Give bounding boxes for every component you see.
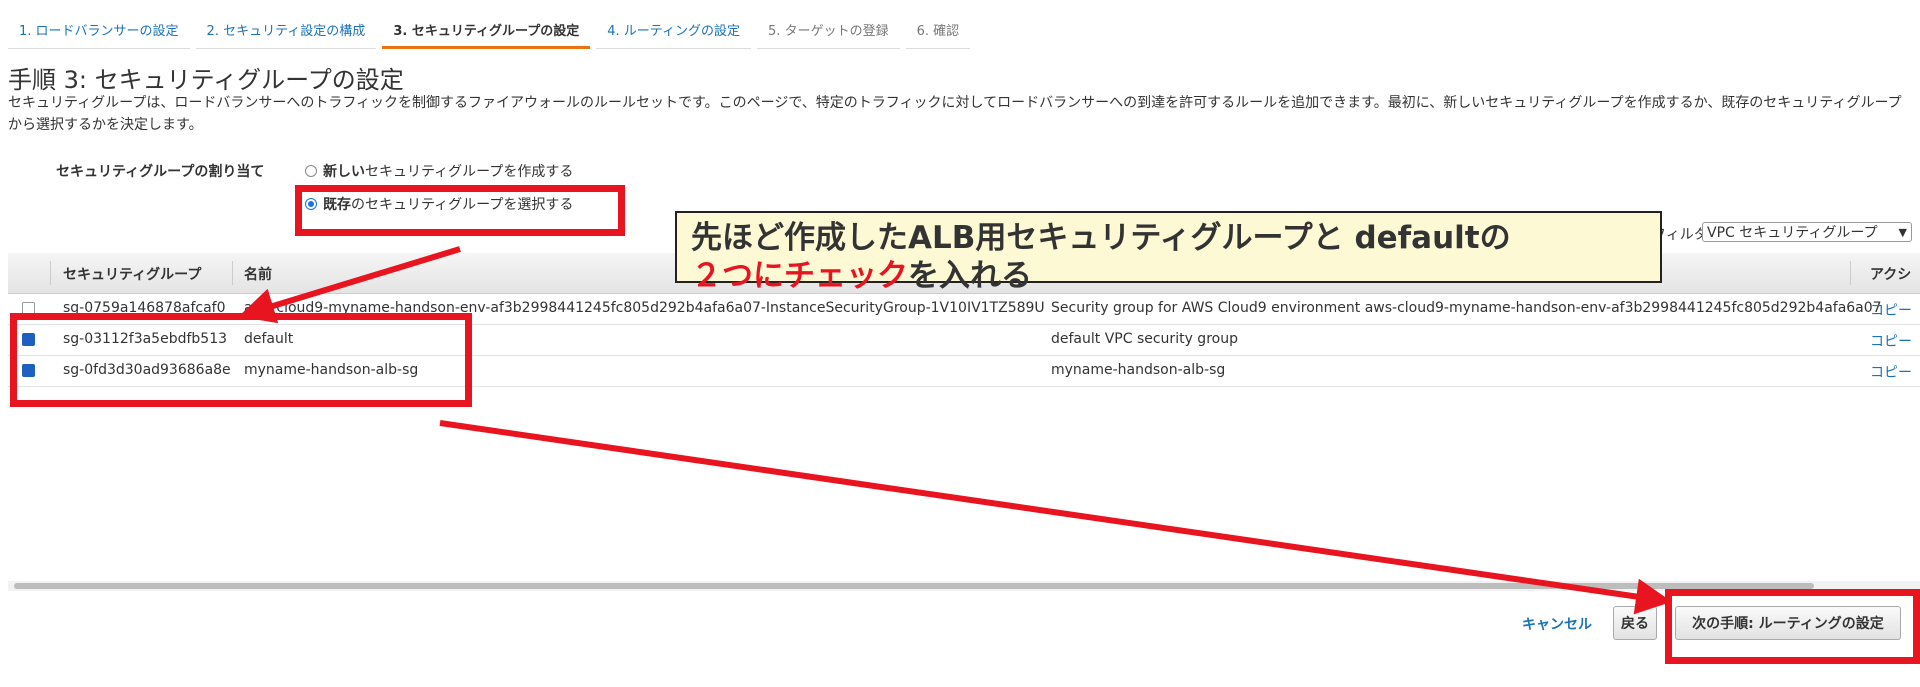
- row-description: myname-handson-alb-sg: [1051, 362, 1226, 378]
- wizard-step-5: 5. ターゲットの登録: [757, 14, 900, 49]
- highlight-box-next-button: [1665, 589, 1920, 664]
- back-button[interactable]: 戻る: [1613, 606, 1657, 640]
- page-description: セキュリティグループは、ロードバランサーへのトラフィックを制御するファイアウォー…: [8, 95, 1902, 133]
- callout-line-2-rest: を入れる: [908, 258, 1032, 294]
- row-copy-link[interactable]: コピー: [1870, 300, 1912, 320]
- filter-selected-value: VPC セキュリティグループ: [1707, 225, 1878, 241]
- column-divider[interactable]: [50, 261, 51, 285]
- wizard-step-3[interactable]: 3. セキュリティグループの設定: [382, 14, 591, 49]
- column-header-actions[interactable]: アクシ: [1870, 264, 1911, 284]
- callout-line-2-red: ２つにチェック: [691, 258, 908, 294]
- callout-line-2: ２つにチェックを入れる: [691, 257, 1646, 295]
- chevron-down-icon: ▼: [1898, 225, 1907, 239]
- cancel-link[interactable]: キャンセル: [1522, 614, 1592, 634]
- arrow-to-next-button: [439, 420, 1672, 615]
- wizard-step-4[interactable]: 4. ルーティングの設定: [596, 14, 752, 49]
- row-description: Security group for AWS Cloud9 environmen…: [1051, 300, 1882, 316]
- highlight-box-existing-radio: [295, 185, 625, 236]
- assignment-label: セキュリティグループの割り当て: [56, 164, 265, 180]
- wizard-step-6: 6. 確認: [905, 14, 971, 49]
- wizard-step-2[interactable]: 2. セキュリティ設定の構成: [195, 14, 377, 49]
- radio-create-new-bold: 新しい: [323, 164, 365, 180]
- wizard-step-1[interactable]: 1. ロードバランサーの設定: [8, 14, 190, 49]
- column-header-name[interactable]: 名前: [244, 264, 272, 284]
- highlight-box-checked-rows: [10, 313, 472, 407]
- radio-create-new-label: セキュリティグループを作成する: [365, 164, 574, 180]
- horizontal-scrollbar[interactable]: [8, 581, 1920, 591]
- column-divider[interactable]: [1850, 261, 1851, 285]
- wizard-steps: 1. ロードバランサーの設定 2. セキュリティ設定の構成 3. セキュリティグ…: [8, 14, 976, 49]
- scrollbar-thumb[interactable]: [14, 583, 1814, 589]
- row-description: default VPC security group: [1051, 331, 1238, 347]
- filter-select[interactable]: VPC セキュリティグループ ▼: [1702, 222, 1912, 242]
- radio-create-new-control[interactable]: [305, 165, 317, 177]
- column-divider[interactable]: [232, 261, 233, 285]
- callout-line-1: 先ほど作成したALB用セキュリティグループと defaultの: [691, 220, 1511, 256]
- row-copy-link[interactable]: コピー: [1870, 362, 1912, 382]
- row-copy-link[interactable]: コピー: [1870, 331, 1912, 351]
- radio-create-new[interactable]: 新しい セキュリティグループを作成する: [305, 161, 573, 181]
- annotation-callout: 先ほど作成したALB用セキュリティグループと defaultの ２つにチェックを…: [675, 211, 1662, 294]
- column-header-security-group[interactable]: セキュリティグループ: [63, 264, 201, 284]
- page-title: 手順 3: セキュリティグループの設定: [8, 66, 404, 94]
